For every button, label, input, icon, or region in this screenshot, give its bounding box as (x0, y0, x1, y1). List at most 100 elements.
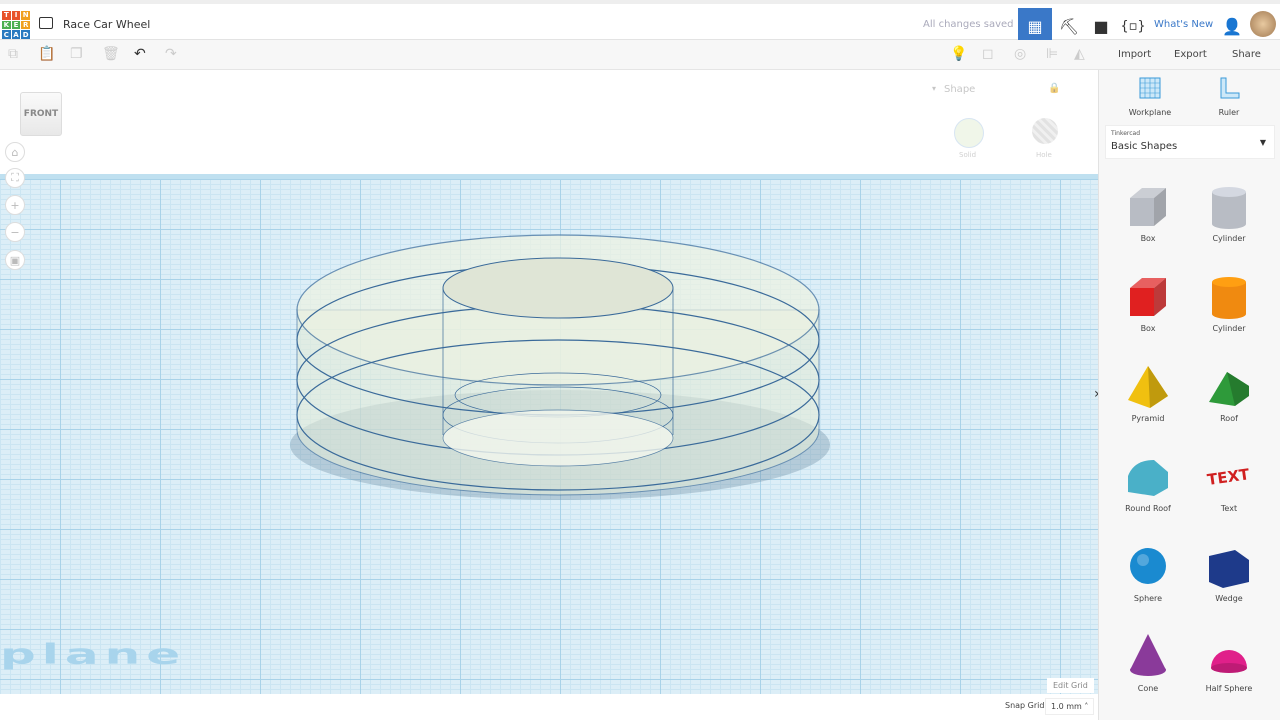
ruler-label: Ruler (1218, 108, 1240, 117)
paste-icon[interactable]: 📋 (38, 46, 55, 62)
zoom-out-button[interactable]: − (5, 222, 25, 242)
dropdown-chevron-icon: ▼ (1259, 138, 1266, 147)
redo-icon[interactable]: ↷ (165, 46, 177, 62)
shape-cylinder[interactable]: Cylinder (1189, 272, 1269, 333)
shape-half-sphere[interactable]: Half Sphere (1189, 632, 1269, 693)
ungroup-icon[interactable]: ◎ (1014, 46, 1026, 62)
library-name: Basic Shapes (1111, 141, 1178, 152)
shape-wedge[interactable]: Wedge (1189, 542, 1269, 603)
shape-box[interactable]: Box (1108, 182, 1188, 243)
3d-viewport[interactable]: plane FRONT ⌂ ⛶ + − ▣ ▾ Shape 🔒 Solid Ho… (0, 70, 1098, 720)
save-status: All changes saved (923, 19, 1014, 30)
3d-view-button[interactable]: ▦ (1018, 8, 1052, 44)
shape-cylinder[interactable]: Cylinder (1189, 182, 1269, 243)
shape-label: Round Roof (1125, 504, 1171, 513)
shape-thumbnail-icon (1130, 634, 1166, 676)
shape-thumbnail-icon (1212, 277, 1246, 319)
hole-label: Hole (1036, 151, 1052, 159)
zoom-in-button[interactable]: + (5, 195, 25, 215)
workplane-icon (1139, 77, 1161, 99)
undo-icon[interactable]: ↶ (134, 46, 146, 62)
shape-label: Wedge (1215, 594, 1243, 603)
mirror-icon[interactable]: ◭ (1074, 46, 1085, 62)
shape-label: Sphere (1133, 594, 1163, 603)
shape-thumbnail-icon (1209, 372, 1249, 406)
align-icon[interactable]: ⊫ (1046, 46, 1058, 62)
shape-thumbnail-icon (1212, 187, 1246, 229)
collapse-chevron-icon[interactable]: ▾ (932, 84, 936, 93)
shape-label: Cylinder (1212, 234, 1246, 243)
edit-grid-button[interactable]: Edit Grid (1047, 678, 1094, 693)
add-user-icon: 👤 (1222, 16, 1242, 36)
share-button[interactable]: Share (1224, 44, 1269, 66)
copy-icon[interactable]: ⧉ (8, 46, 18, 62)
shape-library-select[interactable]: Tinkercad Basic Shapes ▼ (1105, 125, 1275, 159)
shape-text[interactable]: TEXT Text (1189, 452, 1269, 513)
bricks-button[interactable]: ■ (1084, 8, 1118, 44)
hole-button[interactable] (1032, 118, 1058, 144)
shape-inspector: ▾ Shape 🔒 Solid Hole (926, 78, 1090, 168)
grid-icon: ▦ (1027, 16, 1043, 36)
cube-icon: ▣ (9, 253, 21, 267)
shape-thumbnail-icon (1209, 550, 1249, 588)
design-list-icon[interactable] (39, 17, 53, 29)
snap-grid-label: Snap Grid (1005, 701, 1045, 710)
shape-thumbnail-icon (1130, 278, 1166, 316)
design-title[interactable]: Race Car Wheel (63, 18, 150, 31)
shape-label: Roof (1220, 414, 1238, 423)
whats-new-link[interactable]: What's New (1154, 19, 1213, 30)
shape-label: Text (1220, 504, 1238, 513)
home-icon: ⌂ (11, 145, 19, 159)
shape-round-roof[interactable]: Round Roof (1108, 452, 1188, 513)
tinkercad-logo[interactable]: TIN KER CAD (2, 11, 30, 39)
shapes-panel: Workplane Ruler Tinkercad Basic Shapes ▼… (1098, 70, 1280, 720)
top-bar: TIN KER CAD Race Car Wheel All changes s… (0, 0, 1280, 44)
shape-pyramid[interactable]: Pyramid (1108, 362, 1188, 423)
solid-label: Solid (959, 151, 977, 159)
workplane-tool[interactable]: Workplane (1110, 76, 1190, 117)
shape-thumbnail-icon (1128, 366, 1168, 408)
shape-label: Half Sphere (1205, 684, 1253, 693)
shape-label: Box (1140, 234, 1156, 243)
shape-thumbnail-icon (1128, 460, 1168, 496)
export-button[interactable]: Export (1166, 44, 1215, 66)
import-button[interactable]: Import (1110, 44, 1160, 66)
codeblocks-icon: {▫} (1120, 18, 1146, 34)
shape-label: Cylinder (1212, 324, 1246, 333)
home-view-button[interactable]: ⌂ (5, 142, 25, 162)
fit-view-button[interactable]: ⛶ (5, 168, 25, 188)
shape-thumbnail-icon: TEXT (1206, 465, 1251, 489)
library-source: Tinkercad (1111, 130, 1141, 137)
solid-button[interactable] (954, 118, 984, 148)
shape-label: Pyramid (1131, 414, 1165, 423)
minus-icon: − (10, 225, 20, 239)
shape-thumbnail-icon (1130, 188, 1166, 226)
ruler-icon (1220, 77, 1240, 99)
invite-user-button[interactable]: 👤 (1215, 8, 1249, 44)
shape-box[interactable]: Box (1108, 272, 1188, 333)
shape-sphere[interactable]: Sphere (1108, 542, 1188, 603)
group-icon[interactable]: ◻ (982, 46, 994, 62)
svg-text:TEXT: TEXT (1206, 465, 1251, 489)
minecraft-button[interactable]: ⛏ (1052, 8, 1086, 44)
avatar[interactable] (1250, 11, 1276, 37)
pickaxe-icon: ⛏ (1058, 16, 1080, 36)
shape-cone[interactable]: Cone (1108, 632, 1188, 693)
delete-icon[interactable]: 🗑 (102, 46, 120, 62)
ruler-tool[interactable]: Ruler (1189, 76, 1269, 117)
inspector-title: Shape (944, 84, 976, 95)
lock-icon[interactable]: 🔒 (1048, 83, 1060, 94)
duplicate-icon[interactable]: ❐ (70, 46, 83, 62)
projection-button[interactable]: ▣ (5, 250, 25, 270)
shape-label: Cone (1137, 684, 1159, 693)
codeblocks-button[interactable]: {▫} (1116, 8, 1150, 44)
shape-thumbnail-icon (1130, 548, 1166, 584)
shape-roof[interactable]: Roof (1189, 362, 1269, 423)
notes-icon[interactable]: 💡 (950, 46, 967, 62)
edit-toolbar: ⧉ 📋 ❐ 🗑 ↶ ↷ 💡 ◻ ◎ ⊫ ◭ Import Export Shar… (0, 40, 1280, 70)
snap-grid-select[interactable]: 1.0 mm ˄ (1045, 698, 1095, 715)
plus-icon: + (10, 198, 20, 212)
shape-label: Box (1140, 324, 1156, 333)
view-cube[interactable]: FRONT (20, 92, 62, 136)
brick-icon: ■ (1093, 16, 1109, 36)
